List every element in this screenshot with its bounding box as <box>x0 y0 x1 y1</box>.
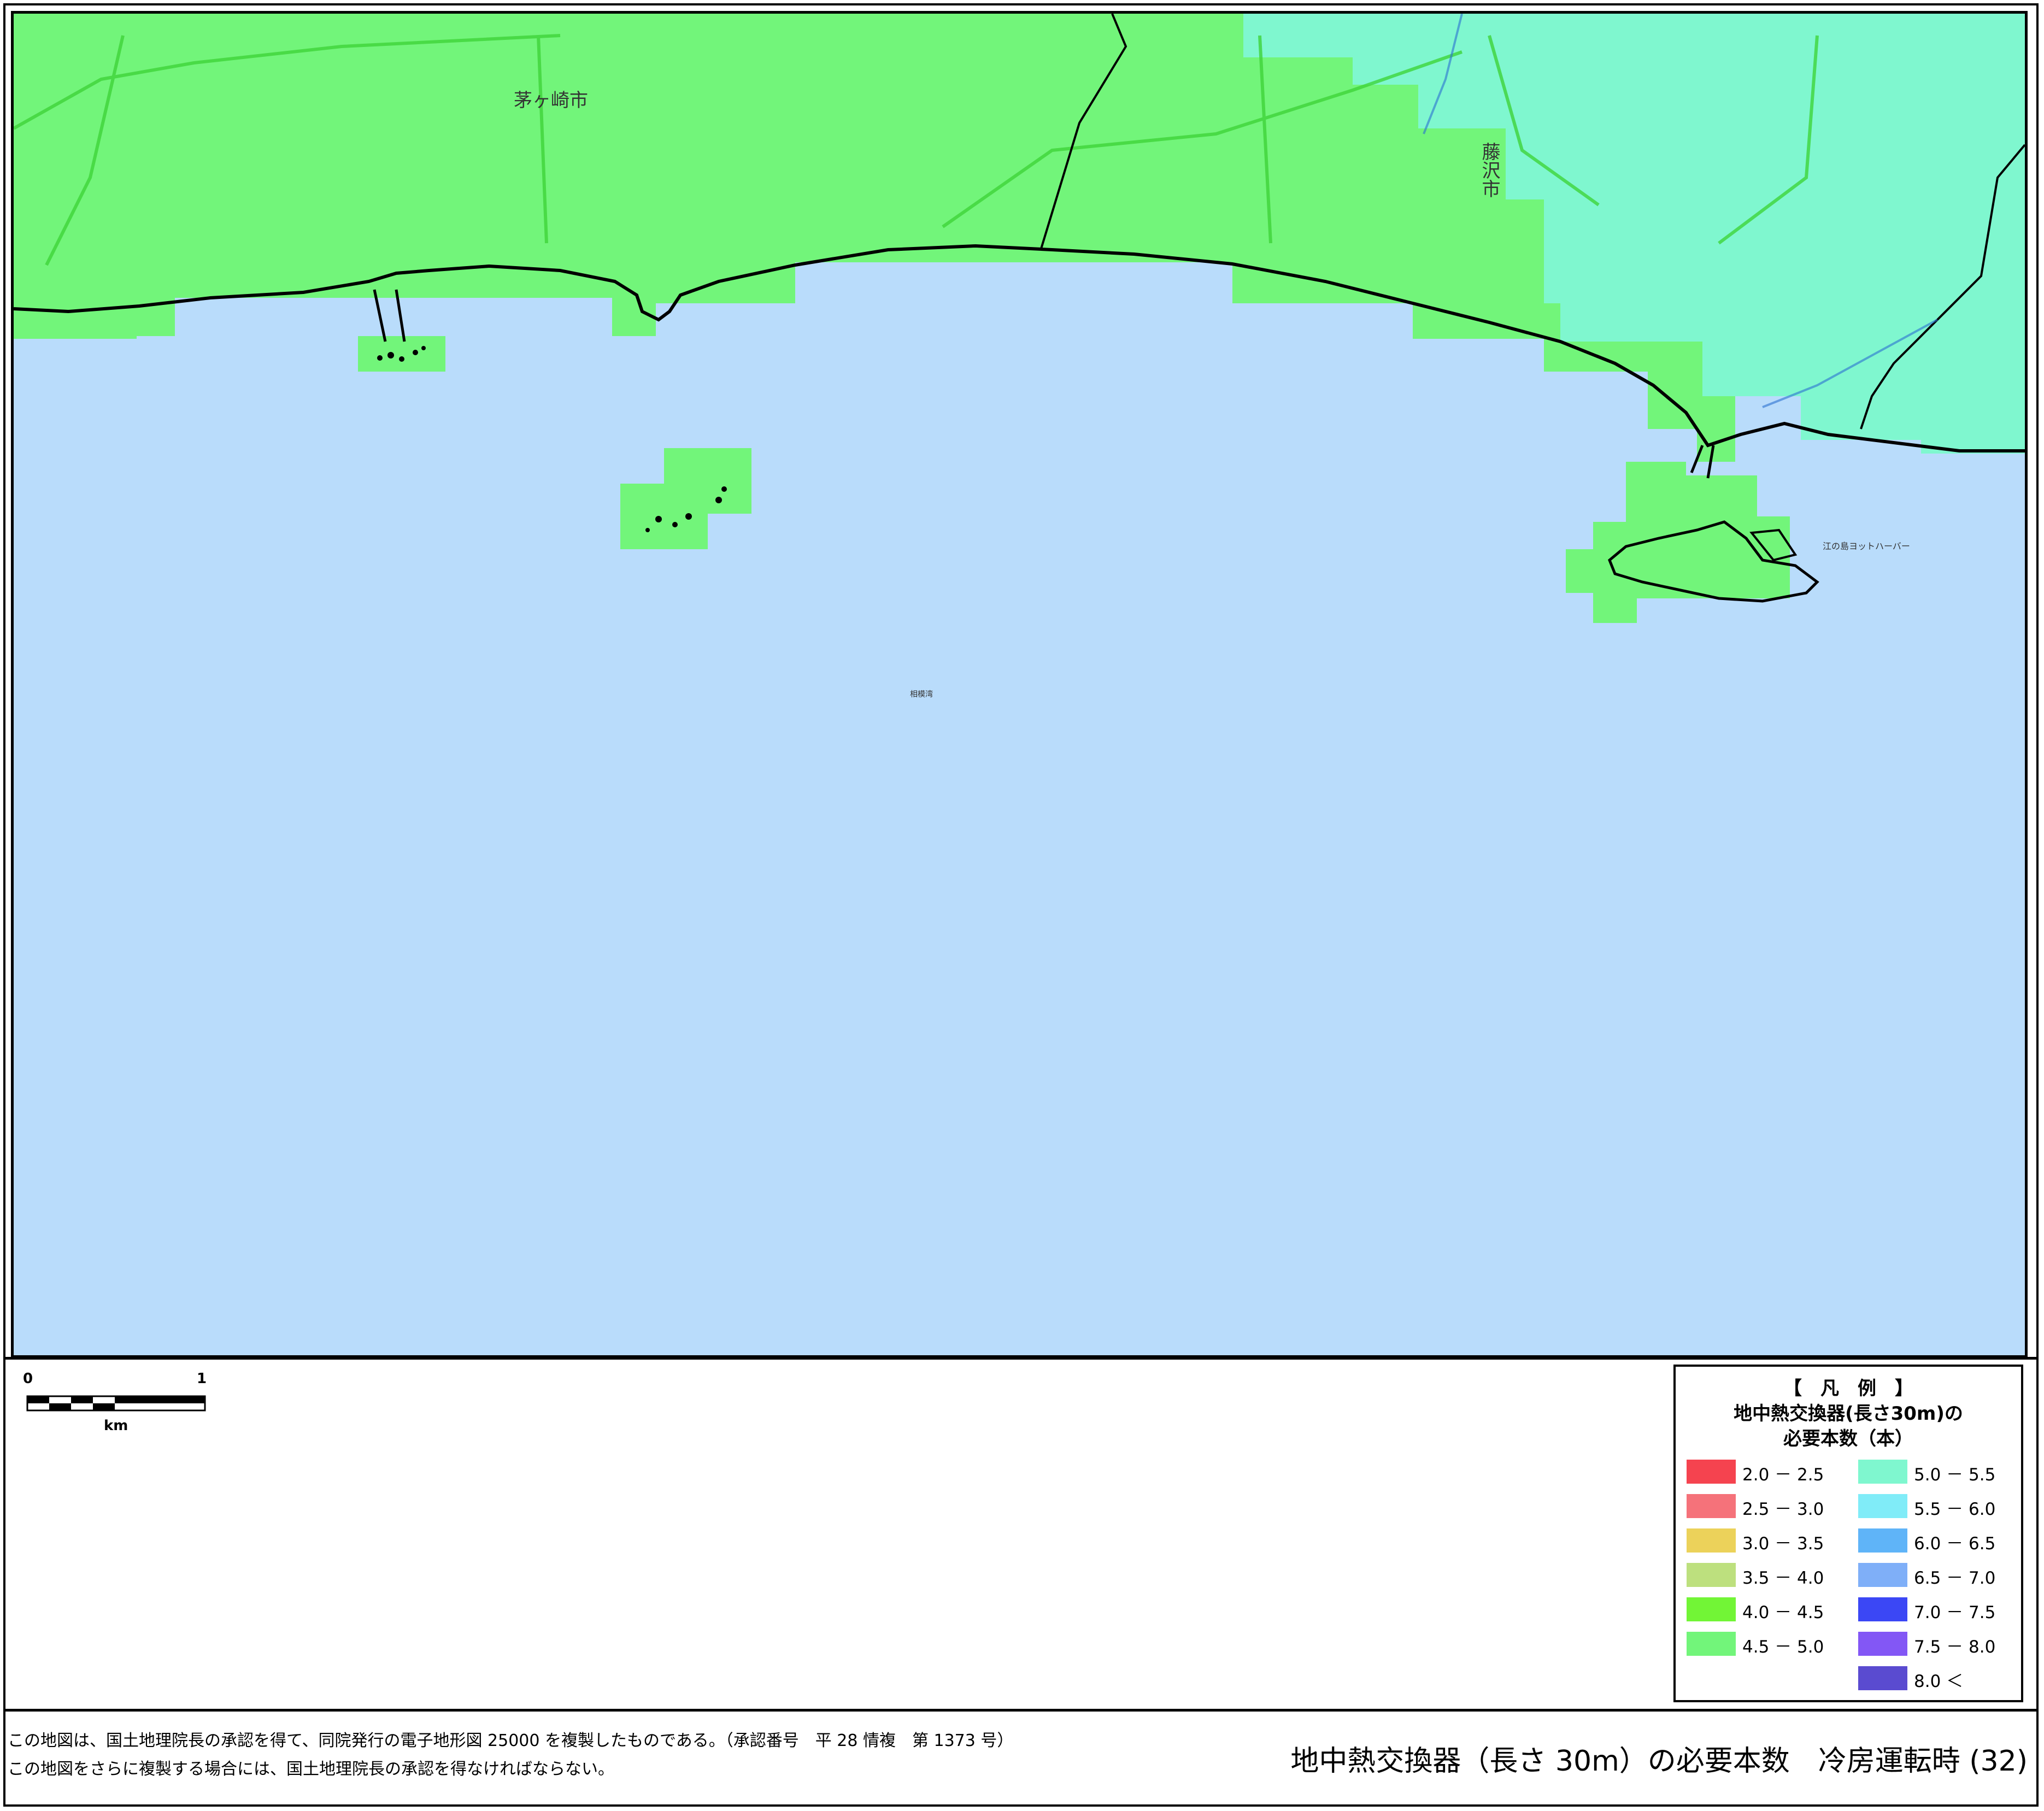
legend-swatch <box>1687 1528 1736 1553</box>
legend-swatch <box>1687 1563 1736 1587</box>
legend-bracket-title: 【 凡 例 】 <box>1783 1378 1913 1400</box>
scale-unit-label: km <box>104 1418 128 1434</box>
legend-item: 8.0 ＜ <box>1858 1666 2017 1691</box>
legend-label: 6.0 － 6.5 <box>1914 1534 1996 1554</box>
legend-label: 2.5 － 3.0 <box>1742 1500 1824 1519</box>
legend-label: 3.0 － 3.5 <box>1742 1534 1824 1554</box>
footer-divider <box>3 1709 2039 1712</box>
legend-label: 5.0 － 5.5 <box>1914 1465 1996 1485</box>
island-block-west <box>358 336 445 372</box>
legend-swatch <box>1858 1494 1907 1518</box>
legend-item: 3.5 － 4.0 <box>1687 1563 1845 1588</box>
legend-item: 7.0 － 7.5 <box>1858 1597 2017 1622</box>
legend-title-line1: 地中熱交換器(長さ30m)の <box>1734 1403 1963 1425</box>
map-bottom-divider <box>3 1357 2039 1360</box>
legend-item: 7.5 － 8.0 <box>1858 1632 2017 1657</box>
legend-swatch <box>1858 1563 1907 1587</box>
legend-item: 2.0 － 2.5 <box>1687 1460 1845 1485</box>
legend-swatch <box>1858 1597 1907 1621</box>
legend-item: 6.5 － 7.0 <box>1858 1563 2017 1588</box>
legend-swatch <box>1858 1460 1907 1484</box>
legend-item: 4.0 － 4.5 <box>1687 1597 1845 1622</box>
scale-bar: 0 1 km <box>22 1369 208 1434</box>
legend-item: 2.5 － 3.0 <box>1687 1494 1845 1519</box>
legend-label: 8.0 ＜ <box>1914 1672 1964 1691</box>
legend-label: 3.5 － 4.0 <box>1742 1568 1824 1588</box>
legend-item: 4.5 － 5.0 <box>1687 1632 1845 1657</box>
legend-item: 6.0 － 6.5 <box>1858 1528 2017 1554</box>
legend-swatch <box>1858 1666 1907 1690</box>
legend-label: 4.0 － 4.5 <box>1742 1603 1824 1622</box>
legend-swatch <box>1687 1460 1736 1484</box>
place-label-fujisawa: 藤沢市 <box>1478 142 1500 198</box>
legend-label: 5.5 － 6.0 <box>1914 1500 1996 1519</box>
footer-note-reproduction: この地図をさらに複製する場合には、国土地理院長の承認を得なければならない。 <box>8 1760 614 1779</box>
legend-item: 5.5 － 6.0 <box>1858 1494 2017 1519</box>
map-canvas: 茅ヶ崎市 藤沢市 江の島ヨットハーバー 相模湾 <box>14 14 2025 699</box>
legend: 【 凡 例 】 地中熱交換器(長さ30m)の 必要本数（本） 2.0 － 2.5… <box>1673 1365 2023 1702</box>
legend-item: 5.0 － 5.5 <box>1858 1460 2017 1485</box>
scale-start-label: 0 <box>23 1371 33 1387</box>
island-block-mid-b <box>620 484 708 549</box>
legend-swatch <box>1687 1494 1736 1518</box>
legend-swatch <box>1858 1528 1907 1553</box>
legend-label: 7.5 － 8.0 <box>1914 1637 1996 1657</box>
legend-label: 4.5 － 5.0 <box>1742 1637 1824 1657</box>
map-area[interactable]: 茅ヶ崎市 藤沢市 江の島ヨットハーバー 相模湾 <box>11 11 2028 1358</box>
place-label-chigasaki: 茅ヶ崎市 <box>514 90 588 111</box>
legend-label: 6.5 － 7.0 <box>1914 1568 1996 1588</box>
legend-swatch <box>1687 1597 1736 1621</box>
footer-note-copyright: この地図は、国土地理院長の承認を得て、同院発行の電子地形図 25000 を複製し… <box>8 1731 1014 1750</box>
legend-label: 2.0 － 2.5 <box>1742 1465 1824 1485</box>
legend-swatch <box>1858 1632 1907 1656</box>
footer-notes: この地図は、国土地理院長の承認を得て、同院発行の電子地形図 25000 を複製し… <box>8 1727 1013 1784</box>
scale-end-label: 1 <box>197 1371 207 1387</box>
legend-title-line2: 必要本数（本） <box>1783 1428 1913 1450</box>
place-label-sagami-bay: 相模湾 <box>910 690 933 699</box>
map-title: 地中熱交換器（長さ 30m）の必要本数 冷房運転時 (32) <box>1290 1745 2028 1778</box>
legend-label: 7.0 － 7.5 <box>1914 1603 1996 1622</box>
place-label-enoshima-harbor: 江の島ヨットハーバー <box>1823 541 1910 551</box>
legend-item: 3.0 － 3.5 <box>1687 1528 1845 1554</box>
legend-swatch <box>1687 1632 1736 1656</box>
